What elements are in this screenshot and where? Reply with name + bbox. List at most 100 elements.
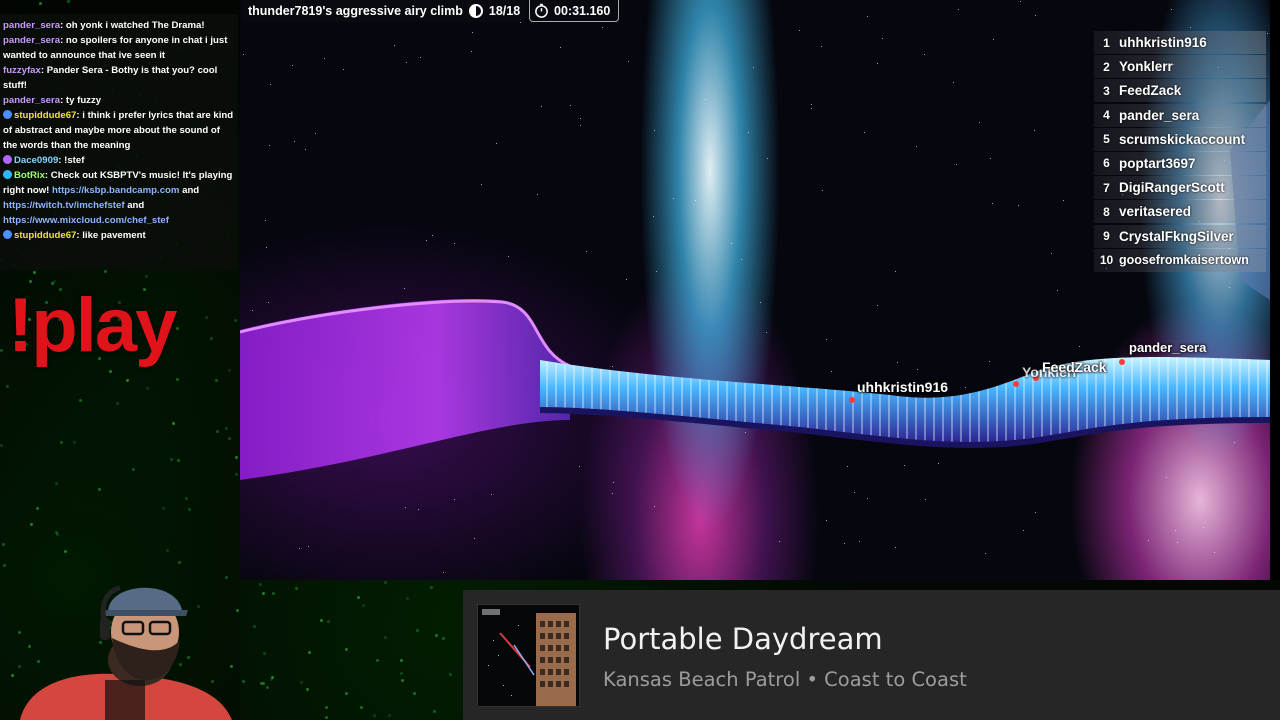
artist-name: Kansas Beach Patrol xyxy=(603,668,801,691)
leaderboard-rank: 9 xyxy=(1103,229,1110,243)
chat-username[interactable]: pander_sera xyxy=(3,20,60,31)
particle xyxy=(55,531,58,534)
leaderboard-name: goosefromkaisertown xyxy=(1119,253,1249,268)
chat-username[interactable]: fuzzyfax xyxy=(3,65,41,76)
particle xyxy=(2,543,5,546)
particle xyxy=(145,275,148,278)
particle xyxy=(36,507,39,510)
particle xyxy=(205,316,208,319)
particle xyxy=(401,679,404,682)
chat-link[interactable]: https://ksbp.bandcamp.com xyxy=(52,185,179,196)
particle xyxy=(259,583,262,586)
particle xyxy=(0,349,3,352)
chat-message: BotRix: Check out KSBPTV's music! It's p… xyxy=(3,168,234,228)
chat-username[interactable]: stupiddude67 xyxy=(14,110,76,121)
leaderboard-name: FeedZack xyxy=(1119,83,1182,99)
album-art xyxy=(477,604,580,707)
particle xyxy=(362,604,365,607)
particle xyxy=(33,271,36,274)
chat-badge-icon xyxy=(3,170,12,179)
particle xyxy=(146,387,149,390)
particle xyxy=(6,385,9,388)
leaderboard-name: Yonklerr xyxy=(1119,59,1173,75)
particle xyxy=(64,550,67,553)
particle xyxy=(216,430,219,433)
chat-link[interactable]: https://twitch.tv/imchefstef xyxy=(3,200,125,211)
leaderboard-row: 1 uhhkristin916 xyxy=(1094,31,1266,54)
leaderboard-rank: 5 xyxy=(1103,132,1110,147)
particle xyxy=(308,651,311,654)
chat-message: pander_sera: ty fuzzy xyxy=(3,93,234,108)
chat-username[interactable]: pander_sera xyxy=(3,35,60,46)
stopwatch-icon xyxy=(535,3,548,18)
chat-badge-icon xyxy=(3,230,12,239)
chat-text: : oh yonk i watched The Drama! xyxy=(60,20,205,31)
particle xyxy=(166,549,169,552)
chat-message: pander_sera: no spoilers for anyone in c… xyxy=(3,33,234,63)
particle xyxy=(225,427,228,430)
particle xyxy=(39,2,42,5)
leaderboard-rank: 10 xyxy=(1099,253,1114,268)
particle xyxy=(435,634,438,637)
leaderboard-rank: 8 xyxy=(1103,204,1110,219)
chat-username[interactable]: stupiddude67 xyxy=(14,230,76,241)
particle xyxy=(266,686,269,689)
particle xyxy=(215,379,218,382)
track-title: thunder7819's aggressive airy climb xyxy=(248,4,463,18)
particle xyxy=(384,636,387,639)
particle xyxy=(327,620,330,623)
leaderboard-row: 5 scrumskickaccount xyxy=(1094,127,1266,151)
particle xyxy=(98,488,101,491)
chat-message: fuzzyfax: Pander Sera - Bothy is that yo… xyxy=(3,63,234,93)
leaderboard-name: poptart3697 xyxy=(1119,155,1196,171)
particle xyxy=(260,682,263,685)
particle xyxy=(325,716,328,719)
particle xyxy=(170,458,173,461)
particle xyxy=(272,592,275,595)
particle xyxy=(430,586,433,589)
chat-message: stupiddude67: i think i prefer lyrics th… xyxy=(3,108,234,153)
leaderboard-row: 10 goosefromkaisertown xyxy=(1094,248,1266,272)
particle xyxy=(360,706,363,709)
particle xyxy=(357,596,360,599)
particle xyxy=(177,459,180,462)
particle xyxy=(442,637,445,640)
chat-text: : like pavement xyxy=(76,230,146,241)
chat-panel: pander_sera: oh yonk i watched The Drama… xyxy=(0,14,238,270)
leaderboard-row: 9 CrystalFkngSilver xyxy=(1094,224,1266,248)
race-timer: 00:31.160 xyxy=(529,0,620,22)
leaderboard-rank: 4 xyxy=(1103,108,1110,123)
leaderboard-name: CrystalFkngSilver xyxy=(1119,228,1234,244)
particle xyxy=(55,482,58,485)
chat-username[interactable]: pander_sera xyxy=(3,95,60,106)
particle xyxy=(67,0,70,3)
checkpoint-count: 18/18 xyxy=(488,4,521,18)
leaderboard-rank: 7 xyxy=(1103,180,1110,195)
now-playing-card: Portable Daydream Kansas Beach Patrol • … xyxy=(463,590,1280,720)
checkpoint-icon xyxy=(468,4,483,18)
particle xyxy=(235,456,238,459)
particle xyxy=(228,437,231,440)
leaderboard: 1 uhhkristin916 2 Yonklerr 3 FeedZack 4 pander_… xyxy=(1094,31,1266,273)
particle xyxy=(433,710,436,713)
leaderboard-row: 8 veritasered xyxy=(1094,200,1266,224)
leaderboard-row: 7 DigiRangerScott xyxy=(1094,176,1266,200)
player-tag: FeedZack xyxy=(1042,359,1107,375)
particle xyxy=(449,673,452,676)
particle xyxy=(345,692,348,695)
particle xyxy=(384,581,387,584)
leaderboard-name: scrumskickaccount xyxy=(1119,131,1246,147)
particle xyxy=(30,523,33,526)
particle xyxy=(176,378,179,381)
chat-message: pander_sera: oh yonk i watched The Drama… xyxy=(3,18,234,33)
chat-username[interactable]: BotRix xyxy=(14,170,45,181)
particle xyxy=(116,402,119,405)
particle xyxy=(104,270,107,273)
particle xyxy=(176,327,179,330)
particle xyxy=(126,379,129,382)
chat-link[interactable]: https://www.mixcloud.com/chef_stef xyxy=(3,215,169,226)
chat-username[interactable]: Dace0909 xyxy=(14,155,58,166)
particle xyxy=(234,319,237,322)
song-title: Portable Daydream xyxy=(603,622,883,656)
particle xyxy=(416,629,419,632)
